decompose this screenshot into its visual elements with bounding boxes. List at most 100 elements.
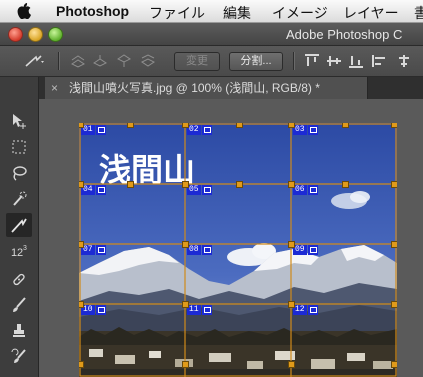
tool-brush[interactable] [6, 293, 32, 317]
menu-app-photoshop[interactable]: Photoshop [56, 3, 129, 19]
slice-handle[interactable] [288, 181, 295, 188]
slice-image-icon [95, 245, 106, 255]
bring-forward-icon[interactable] [92, 54, 108, 68]
document-tab[interactable]: × 浅間山噴火写真.jpg @ 100% (浅間山, RGB/8) * [45, 77, 368, 99]
slice-handle[interactable] [79, 181, 84, 188]
slice-handle[interactable] [79, 241, 84, 248]
slice-handle[interactable] [342, 181, 349, 188]
slice-handle[interactable] [391, 301, 397, 308]
slice-badge[interactable]: 03 [293, 125, 318, 135]
clone-stamp-icon [13, 324, 25, 337]
tool-quick-select[interactable] [6, 187, 32, 211]
slice-badge[interactable]: 05 [187, 185, 212, 195]
mount-asama-photo: 浅間山 [79, 123, 397, 377]
overlay-text-layer: 浅間山 [99, 151, 195, 189]
marquee-icon [12, 140, 26, 154]
canvas-area[interactable]: 浅間山 01 02 03 04 05 06 07 08 09 10 11 12 [39, 99, 423, 377]
slice-handle[interactable] [391, 181, 397, 188]
slice-handle[interactable] [288, 241, 295, 248]
slice-handle[interactable] [236, 123, 243, 128]
document-canvas[interactable]: 浅間山 01 02 03 04 05 06 07 08 09 10 11 12 [79, 123, 397, 377]
tools-panel: 123 [0, 77, 39, 377]
apple-menu-icon[interactable] [16, 2, 32, 19]
slice-number: 02 [187, 125, 201, 135]
slice-badge[interactable]: 09 [293, 245, 318, 255]
tool-move[interactable] [6, 109, 32, 133]
slice-badge[interactable]: 01 [81, 125, 106, 135]
menu-image[interactable]: イメージ [272, 3, 328, 23]
slice-badge[interactable]: 08 [187, 245, 212, 255]
move-tool-icon [13, 114, 26, 129]
slice-badge[interactable]: 02 [187, 125, 212, 135]
slice-handle[interactable] [288, 301, 295, 308]
minimize-window-button[interactable] [28, 27, 43, 42]
options-separator [293, 52, 295, 70]
slice-handle[interactable] [391, 123, 397, 128]
slice-handle[interactable] [342, 123, 349, 128]
slice-image-icon [307, 185, 318, 195]
slice-image-icon [307, 125, 318, 135]
align-left-icon[interactable] [372, 54, 388, 68]
align-horizontal-center-icon[interactable] [396, 54, 412, 68]
slice-handle[interactable] [391, 361, 397, 368]
options-separator [58, 52, 60, 70]
zoom-window-button[interactable] [48, 27, 63, 42]
slice-image-icon [201, 305, 212, 315]
slice-handle[interactable] [79, 301, 84, 308]
menu-bar: Photoshop ファイル 編集 イメージ レイヤー 書 [0, 0, 423, 23]
slice-badge[interactable]: 10 [81, 305, 106, 315]
align-vertical-center-icon[interactable] [326, 54, 342, 68]
align-top-icon[interactable] [304, 54, 320, 68]
slice-number: 09 [293, 245, 307, 255]
send-backward-icon[interactable] [116, 54, 132, 68]
slice-image-icon [201, 245, 212, 255]
slice-badge[interactable]: 11 [187, 305, 212, 315]
slice-badge[interactable]: 06 [293, 185, 318, 195]
count-tool-icon: 123 [11, 245, 27, 259]
slice-handle[interactable] [288, 361, 295, 368]
slice-handle[interactable] [182, 361, 189, 368]
slice-handle[interactable] [182, 181, 189, 188]
document-tab-bar: × 浅間山噴火写真.jpg @ 100% (浅間山, RGB/8) * [39, 77, 423, 99]
slice-icon [11, 218, 27, 233]
slice-handle[interactable] [182, 241, 189, 248]
slice-image-icon [95, 125, 106, 135]
slice-handle[interactable] [79, 123, 84, 128]
close-tab-icon[interactable]: × [51, 77, 58, 99]
menu-layer[interactable]: レイヤー [343, 3, 399, 23]
divide-slice-button[interactable]: 分割... [229, 52, 283, 71]
tool-slice[interactable] [6, 213, 32, 237]
slice-handle[interactable] [127, 181, 134, 188]
bring-to-front-icon[interactable] [70, 54, 86, 68]
tool-clone-stamp[interactable] [6, 319, 32, 343]
menu-file[interactable]: ファイル [149, 3, 205, 23]
healing-brush-icon [13, 273, 25, 286]
menu-type[interactable]: 書 [414, 3, 423, 23]
tool-history-brush[interactable] [6, 345, 32, 369]
slice-number: 12 [293, 305, 307, 315]
slice-number: 03 [293, 125, 307, 135]
menu-edit[interactable]: 編集 [223, 3, 251, 23]
tool-healing-brush[interactable] [6, 267, 32, 291]
window-title-bar: Adobe Photoshop C [0, 23, 423, 46]
quick-select-icon [13, 191, 27, 206]
slice-handle[interactable] [182, 301, 189, 308]
slice-badge[interactable]: 04 [81, 185, 106, 195]
align-bottom-icon[interactable] [348, 54, 364, 68]
slice-handle[interactable] [236, 181, 243, 188]
close-window-button[interactable] [8, 27, 23, 42]
slice-handle[interactable] [182, 123, 189, 128]
promote-button[interactable]: 変更 [174, 52, 220, 71]
window-title: Adobe Photoshop C [286, 27, 403, 42]
tool-lasso[interactable] [6, 161, 32, 185]
slice-badge[interactable]: 12 [293, 305, 318, 315]
slice-handle[interactable] [79, 361, 84, 368]
slice-badge[interactable]: 07 [81, 245, 106, 255]
send-to-back-icon[interactable] [140, 54, 156, 68]
slice-handle[interactable] [391, 241, 397, 248]
tool-marquee[interactable] [6, 135, 32, 159]
slice-select-tool-preset-icon[interactable] [24, 54, 46, 68]
tool-count[interactable]: 123 [6, 239, 32, 263]
slice-handle[interactable] [288, 123, 295, 128]
slice-handle[interactable] [127, 123, 134, 128]
